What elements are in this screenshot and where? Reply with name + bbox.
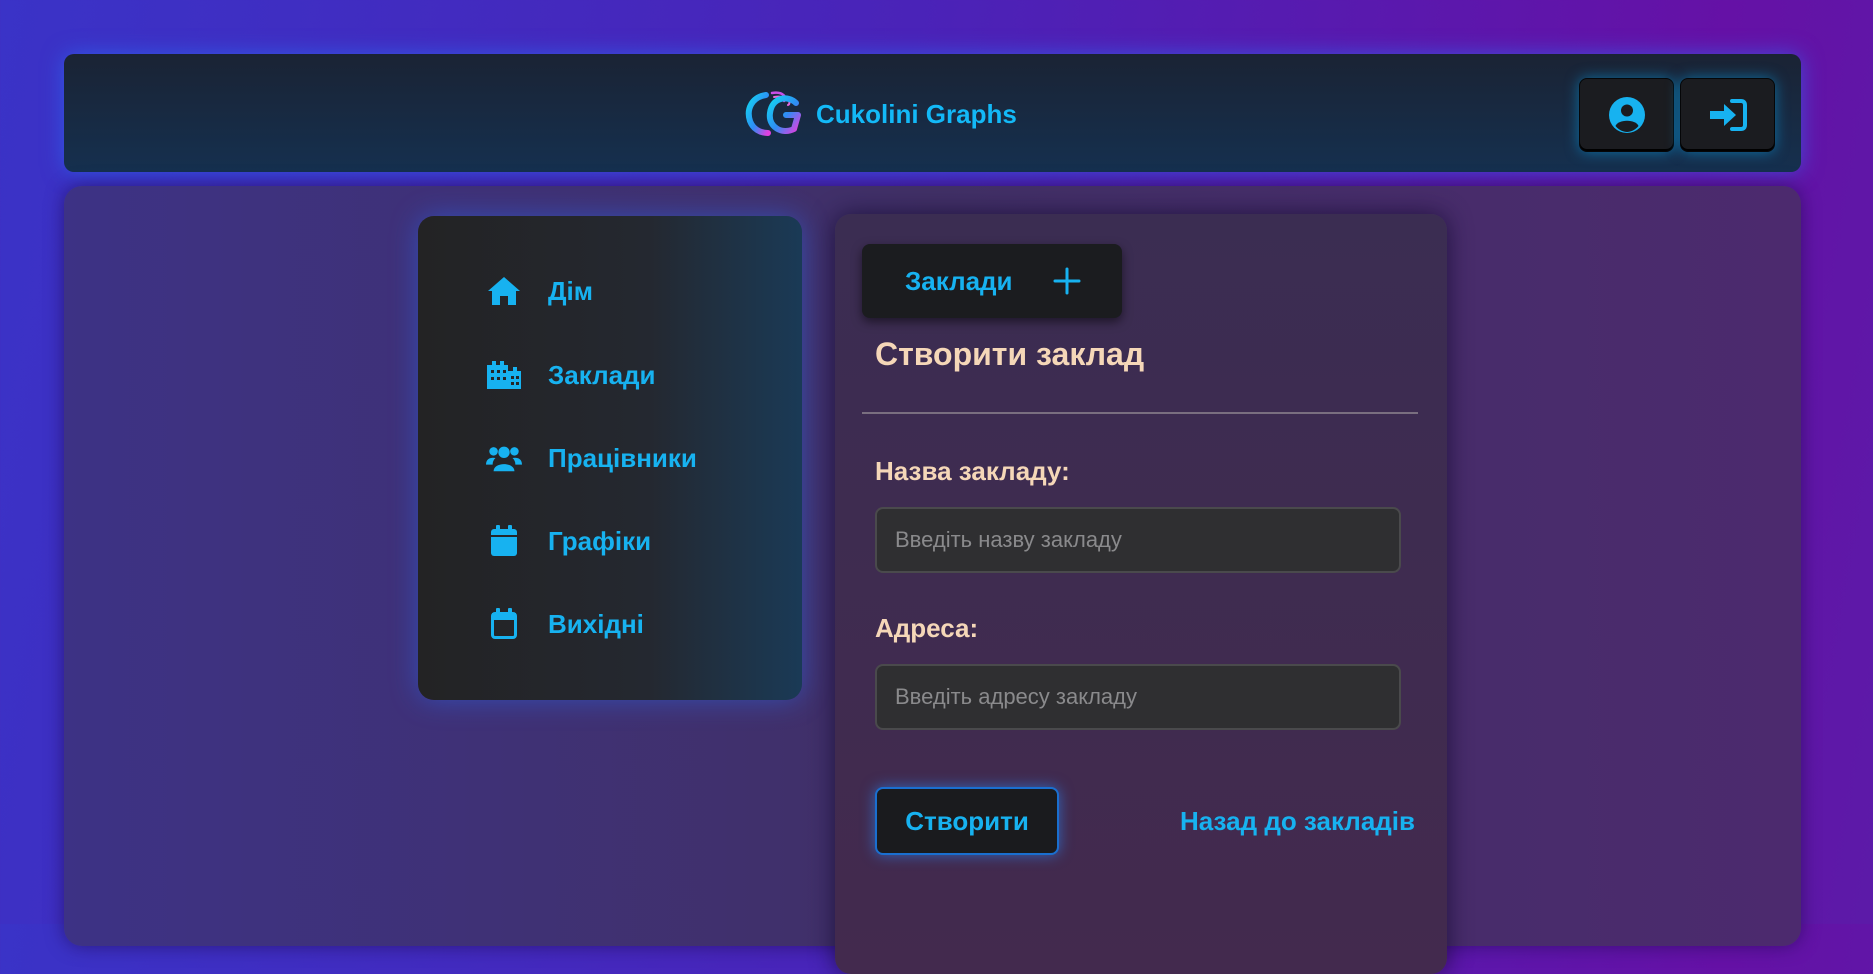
users-icon xyxy=(486,440,522,476)
top-bar: Cukolini Graphs xyxy=(64,54,1801,172)
logo-icon xyxy=(745,91,801,136)
buildings-icon xyxy=(486,357,522,393)
form-title: Створити заклад xyxy=(875,336,1145,372)
sign-in-icon xyxy=(1709,99,1747,131)
main-area: Дім Заклади Працівники Графіки Вихідні З… xyxy=(64,186,1801,974)
address-label: Адреса: xyxy=(875,613,979,643)
sidebar-item-label: Дім xyxy=(548,275,593,306)
create-establishment-panel: Заклади Створити заклад Назва закладу: А… xyxy=(835,214,1447,974)
sidebar-item-label: Графіки xyxy=(548,525,652,556)
login-button[interactable] xyxy=(1680,78,1775,152)
name-label: Назва закладу: xyxy=(875,456,1070,486)
calendar-filled-icon xyxy=(486,523,522,559)
back-to-establishments-link[interactable]: Назад до закладів xyxy=(1180,806,1415,837)
calendar-outline-icon xyxy=(486,606,522,642)
plus-icon xyxy=(1053,267,1081,295)
brand[interactable]: Cukolini Graphs xyxy=(744,89,1017,139)
sidebar-item-label: Вихідні xyxy=(548,608,644,639)
establishment-address-input[interactable] xyxy=(875,664,1401,730)
establishment-name-input[interactable] xyxy=(875,507,1401,573)
sidebar-item-label: Працівники xyxy=(548,442,697,473)
sidebar-item-schedules[interactable]: Графіки xyxy=(486,521,651,561)
establishments-tab-button[interactable]: Заклади xyxy=(862,244,1122,318)
brand-title: Cukolini Graphs xyxy=(816,98,1017,129)
profile-button[interactable] xyxy=(1579,78,1674,152)
tab-label: Заклади xyxy=(905,265,1013,296)
create-button[interactable]: Створити xyxy=(875,787,1059,855)
sidebar-item-days-off[interactable]: Вихідні xyxy=(486,604,644,644)
sidebar-item-home[interactable]: Дім xyxy=(486,271,593,311)
divider xyxy=(862,412,1418,414)
sidebar-item-employees[interactable]: Працівники xyxy=(486,438,697,478)
user-circle-icon xyxy=(1608,97,1645,133)
sidebar-item-label: Заклади xyxy=(548,359,656,390)
home-icon xyxy=(486,273,522,309)
sidebar-item-establishments[interactable]: Заклади xyxy=(486,355,656,395)
sidebar: Дім Заклади Працівники Графіки Вихідні xyxy=(418,216,802,700)
